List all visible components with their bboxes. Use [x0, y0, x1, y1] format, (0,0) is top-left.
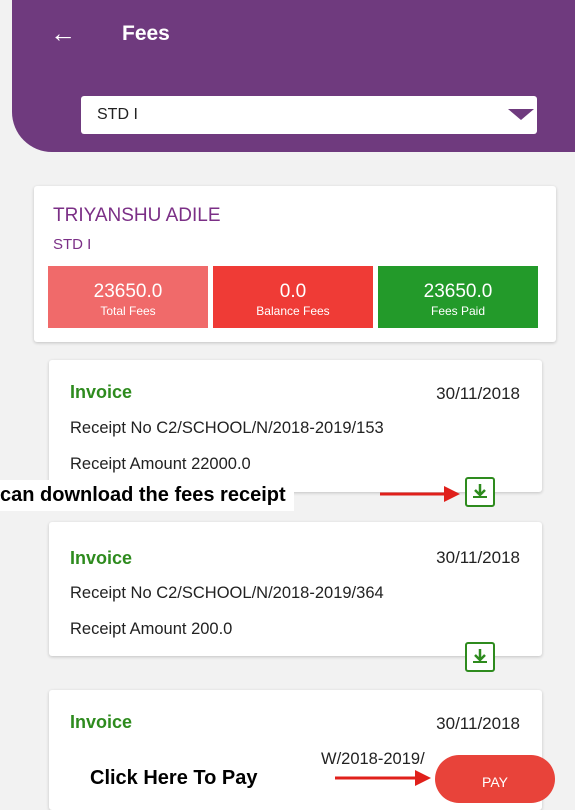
pay-button[interactable]: PAY [435, 755, 555, 803]
fees-paid-label: Fees Paid [430, 304, 486, 318]
pay-annotation: Click Here To Pay [90, 765, 266, 792]
balance-fees-value: 0.0 [279, 281, 307, 302]
class-select[interactable]: STD I [81, 96, 537, 134]
annotation-arrow-icon [380, 486, 460, 502]
app-header: ← Fees STD I [12, 0, 575, 152]
fees-paid-tile: 23650.0 Fees Paid [378, 266, 538, 328]
student-card: TRIYANSHU ADILE STD I 23650.0 Total Fees… [34, 186, 556, 342]
balance-fees-tile: 0.0 Balance Fees [213, 266, 373, 328]
invoice-date: 30/11/2018 [436, 714, 520, 733]
invoice-title: Invoice [70, 382, 133, 402]
student-standard: STD I [53, 236, 92, 253]
dropdown-caret-icon[interactable] [508, 109, 534, 120]
invoice-card: Invoice 30/11/2018 Receipt No C2/SCHOOL/… [49, 522, 542, 656]
class-select-value: STD I [97, 106, 138, 123]
invoice-title: Invoice [70, 548, 133, 568]
invoice-date: 30/11/2018 [436, 548, 520, 567]
invoice-title: Invoice [70, 712, 133, 732]
fees-paid-value: 23650.0 [423, 281, 493, 302]
balance-fees-label: Balance Fees [256, 304, 330, 318]
receipt-amount: Receipt Amount 22000.0 [70, 455, 251, 473]
page-title: Fees [122, 22, 170, 45]
invoice-date: 30/11/2018 [436, 384, 520, 403]
invoice-card: Invoice 30/11/2018 Receipt No C2/SCHOOL/… [49, 360, 542, 492]
download-receipt-icon[interactable] [465, 642, 495, 672]
download-annotation: can download the fees receipt [0, 480, 294, 511]
total-fees-label: Total Fees [100, 304, 156, 318]
total-fees-value: 23650.0 [93, 281, 163, 302]
download-receipt-icon[interactable] [465, 477, 495, 507]
annotation-arrow-icon [335, 770, 431, 786]
receipt-number: Receipt No C2/SCHOOL/N/2018-2019/364 [70, 584, 384, 602]
receipt-amount: Receipt Amount 200.0 [70, 620, 233, 638]
student-name: TRIYANSHU ADILE [53, 205, 221, 226]
arrow-left-icon[interactable]: ← [50, 20, 76, 46]
receipt-number: Receipt No C2/SCHOOL/N/2018-2019/153 [70, 419, 384, 437]
total-fees-tile: 23650.0 Total Fees [48, 266, 208, 328]
